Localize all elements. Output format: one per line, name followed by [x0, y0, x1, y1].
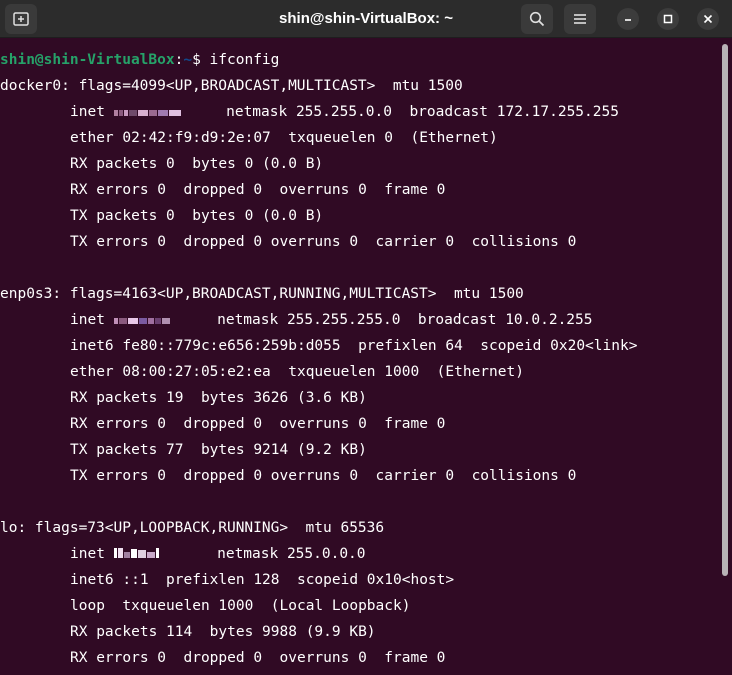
enp0s3-inet6: inet6 fe80::779c:e656:259b:d055 prefixle… — [70, 338, 638, 354]
prompt-path: ~ — [183, 52, 193, 68]
close-button[interactable] — [697, 8, 719, 30]
docker0-inet-rest: netmask 255.255.0.0 broadcast 172.17.255… — [208, 104, 619, 120]
lo-inet-label: inet — [70, 546, 114, 562]
new-tab-button[interactable] — [5, 4, 37, 34]
minimize-icon — [625, 19, 631, 21]
scrollbar-thumb[interactable] — [722, 44, 728, 576]
docker0-tx-packets: TX packets 0 bytes 0 (0.0 B) — [70, 208, 324, 224]
enp0s3-inet-label: inet — [70, 312, 114, 328]
redacted-ip — [113, 307, 200, 333]
prompt-symbol: $ — [192, 52, 210, 68]
enp0s3-ether: ether 08:00:27:05:e2:ea txqueuelen 1000 … — [70, 364, 524, 380]
search-button[interactable] — [521, 4, 553, 34]
search-icon — [529, 11, 545, 27]
menu-button[interactable] — [564, 4, 596, 34]
docker0-inet: inet netmask 255.255.0.0 broadcast 172.1… — [70, 99, 619, 125]
redacted-ip — [113, 99, 209, 125]
lo-inet-rest: netmask 255.0.0.0 — [199, 546, 366, 562]
lo-rx-errors: RX errors 0 dropped 0 overruns 0 frame 0 — [70, 650, 446, 666]
enp0s3-tx-packets: TX packets 77 bytes 9214 (9.2 KB) — [70, 442, 367, 458]
docker0-header: docker0: flags=4099<UP,BROADCAST,MULTICA… — [0, 78, 463, 94]
docker0-rx-errors: RX errors 0 dropped 0 overruns 0 frame 0 — [70, 182, 446, 198]
lo-header: lo: flags=73<UP,LOOPBACK,RUNNING> mtu 65… — [0, 520, 385, 536]
lo-rx-packets: RX packets 114 bytes 9988 (9.9 KB) — [70, 624, 376, 640]
lo-inet: inet netmask 255.0.0.0 — [70, 541, 366, 567]
prompt-user: shin@shin-VirtualBox — [0, 52, 175, 68]
enp0s3-header: enp0s3: flags=4163<UP,BROADCAST,RUNNING,… — [0, 286, 524, 302]
docker0-inet-label: inet — [70, 104, 114, 120]
close-icon — [703, 14, 713, 24]
lo-loop: loop txqueuelen 1000 (Local Loopback) — [70, 598, 411, 614]
docker0-ether: ether 02:42:f9:d9:2e:07 txqueuelen 0 (Et… — [70, 130, 498, 146]
prompt-command: ifconfig — [209, 52, 280, 68]
enp0s3-inet: inet netmask 255.255.255.0 broadcast 10.… — [70, 307, 593, 333]
docker0-rx-packets: RX packets 0 bytes 0 (0.0 B) — [70, 156, 324, 172]
lo-inet6: inet6 ::1 prefixlen 128 scopeid 0x10<hos… — [70, 572, 455, 588]
new-tab-icon — [13, 12, 29, 26]
enp0s3-tx-errors: TX errors 0 dropped 0 overruns 0 carrier… — [70, 468, 577, 484]
enp0s3-inet-rest: netmask 255.255.255.0 broadcast 10.0.2.2… — [199, 312, 593, 328]
hamburger-menu-icon — [574, 14, 586, 24]
maximize-button[interactable] — [657, 8, 679, 30]
docker0-tx-errors: TX errors 0 dropped 0 overruns 0 carrier… — [70, 234, 577, 250]
enp0s3-rx-errors: RX errors 0 dropped 0 overruns 0 frame 0 — [70, 416, 446, 432]
maximize-icon — [663, 14, 673, 24]
enp0s3-rx-packets: RX packets 19 bytes 3626 (3.6 KB) — [70, 390, 367, 406]
prompt-line: shin@shin-VirtualBox:~$ ifconfig — [0, 47, 279, 73]
minimize-button[interactable] — [617, 8, 639, 30]
redacted-ip — [113, 541, 200, 567]
terminal-output[interactable]: shin@shin-VirtualBox:~$ ifconfig docker0… — [0, 39, 720, 675]
title-bar: shin@shin-VirtualBox: ~ — [0, 0, 732, 38]
